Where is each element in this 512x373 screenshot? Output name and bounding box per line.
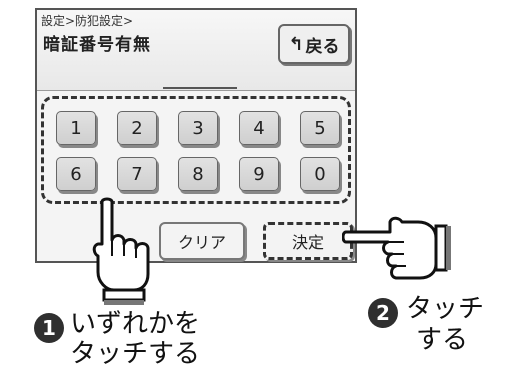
clear-button-label: クリア — [177, 233, 226, 252]
step-1-text-line1: いずれかを — [70, 309, 201, 339]
number-keypad: 1 2 3 4 5 6 7 8 9 0 — [41, 96, 351, 204]
key-8[interactable]: 8 — [178, 157, 218, 191]
key-6[interactable]: 6 — [56, 157, 96, 191]
key-4[interactable]: 4 — [239, 111, 279, 145]
step-1-badge: 1 — [34, 313, 64, 343]
device-screen: 設定>防犯設定> 暗証番号有無 ↰ 戻る 1 2 3 4 5 6 7 8 9 0… — [35, 8, 357, 263]
step-2-badge: 2 — [368, 298, 398, 328]
back-button-label: 戻る — [305, 36, 340, 57]
breadcrumb: 設定>防犯設定> — [41, 14, 134, 28]
clear-button[interactable]: クリア — [159, 222, 245, 260]
key-7[interactable]: 7 — [117, 157, 157, 191]
return-arrow-icon: ↰ — [288, 33, 304, 55]
key-2[interactable]: 2 — [117, 111, 157, 145]
confirm-button-label: 決定 — [291, 233, 324, 252]
key-1[interactable]: 1 — [56, 111, 96, 145]
key-3[interactable]: 3 — [178, 111, 218, 145]
step-1-text-line2: タッチする — [70, 339, 201, 369]
divider-mark — [163, 87, 237, 95]
key-9[interactable]: 9 — [239, 157, 279, 191]
confirm-button[interactable]: 決定 — [263, 222, 353, 260]
pointing-hand-left-icon — [342, 216, 451, 280]
step-2-text-line2: する — [416, 325, 469, 355]
step-2-text-line1: タッチ — [406, 294, 485, 324]
pointing-hand-up-icon — [92, 197, 150, 305]
page-title: 暗証番号有無 — [43, 35, 151, 55]
key-5[interactable]: 5 — [300, 111, 340, 145]
key-0[interactable]: 0 — [300, 157, 340, 191]
back-button[interactable]: ↰ 戻る — [278, 24, 350, 64]
